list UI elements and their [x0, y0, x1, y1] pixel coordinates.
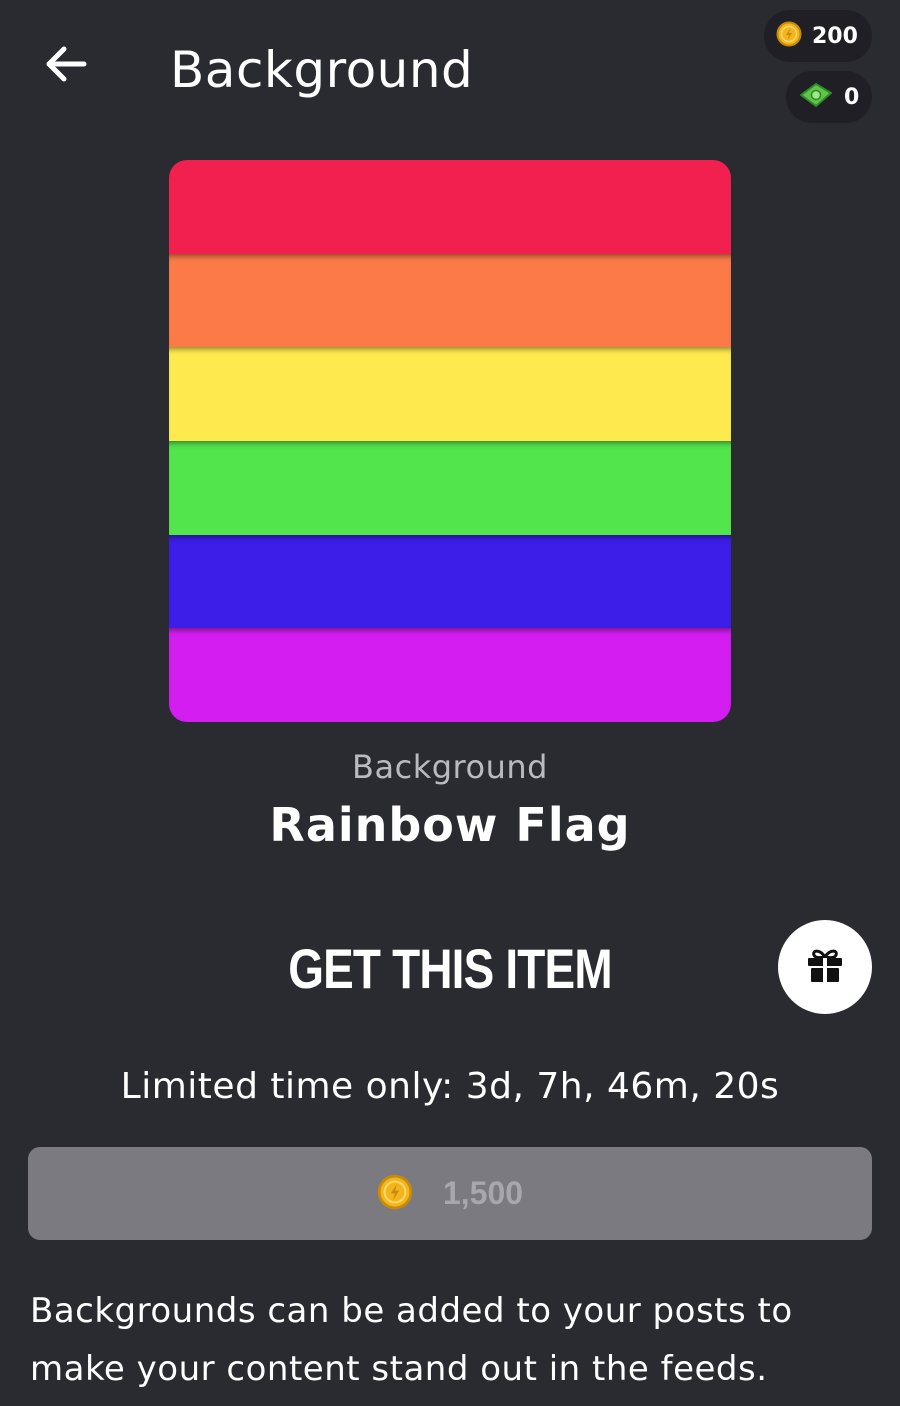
item-category: Background	[352, 748, 548, 786]
item-name: Rainbow Flag	[269, 798, 631, 852]
get-item-heading: GET THIS ITEM	[288, 937, 612, 1000]
cash-balance[interactable]: 0	[786, 71, 872, 123]
arrow-left-icon	[44, 44, 88, 88]
flag-stripe	[169, 253, 731, 348]
cash-icon	[798, 81, 834, 113]
flag-stripe	[169, 628, 731, 722]
gift-icon	[806, 947, 844, 987]
page-title: Background	[170, 41, 474, 99]
coin-balance[interactable]: 200	[764, 10, 872, 62]
limited-time-countdown: Limited time only: 3d, 7h, 46m, 20s	[120, 1066, 780, 1107]
flag-stripe	[169, 534, 731, 629]
buy-price: 1,500	[442, 1175, 524, 1211]
coin-balance-value: 200	[812, 23, 858, 49]
coin-icon	[377, 1174, 413, 1214]
cash-balance-value: 0	[844, 84, 860, 110]
gift-button[interactable]	[778, 920, 872, 1014]
item-description: Backgrounds can be added to your posts t…	[30, 1291, 793, 1389]
flag-stripe	[169, 441, 731, 535]
back-button[interactable]	[40, 40, 92, 92]
flag-stripe	[169, 347, 731, 442]
buy-button[interactable]: 1,500	[28, 1147, 872, 1240]
coin-icon	[776, 21, 802, 51]
flag-stripe	[169, 160, 731, 254]
background-preview	[169, 160, 731, 722]
